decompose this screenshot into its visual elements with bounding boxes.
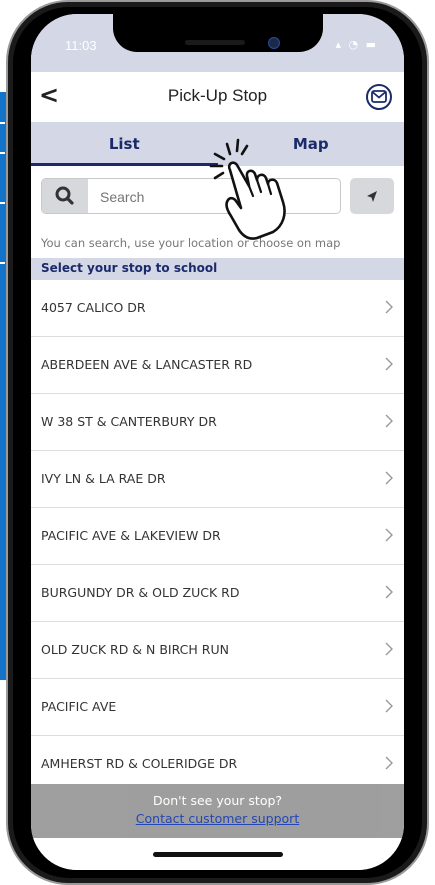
stop-row[interactable]: IVY LN & LA RAE DR bbox=[31, 451, 404, 508]
side-tick bbox=[0, 262, 5, 264]
stop-row[interactable]: 4057 CALICO DR bbox=[31, 280, 404, 337]
stop-label: PACIFIC AVE bbox=[41, 699, 117, 714]
chevron-right-icon bbox=[385, 300, 393, 314]
status-time: 11:03 bbox=[65, 38, 97, 53]
location-button[interactable] bbox=[350, 178, 394, 214]
search-button[interactable] bbox=[42, 179, 88, 213]
support-footer: Don't see your stop? Contact customer su… bbox=[31, 784, 404, 838]
phone-screen: 11:03 ▴ ◔ ▬ < Pick-Up Stop List Map Sear… bbox=[31, 14, 404, 870]
chevron-right-icon bbox=[385, 585, 393, 599]
section-header: Select your stop to school bbox=[31, 258, 404, 280]
mail-icon bbox=[371, 90, 387, 103]
notch bbox=[113, 14, 323, 52]
chevron-right-icon bbox=[385, 528, 393, 542]
stop-row[interactable]: ABERDEEN AVE & LANCASTER RD bbox=[31, 337, 404, 394]
stop-label: PACIFIC AVE & LAKEVIEW DR bbox=[41, 528, 221, 543]
page-title: Pick-Up Stop bbox=[167, 86, 268, 105]
nav-bar: < Pick-Up Stop bbox=[31, 72, 404, 122]
contact-support-link[interactable]: Contact customer support bbox=[31, 811, 404, 826]
section-title: Select your stop to school bbox=[41, 261, 218, 275]
chevron-right-icon bbox=[385, 642, 393, 656]
home-indicator[interactable] bbox=[153, 852, 283, 857]
stop-row[interactable]: W 38 ST & CANTERBURY DR bbox=[31, 394, 404, 451]
stop-row[interactable]: PACIFIC AVE & LAKEVIEW DR bbox=[31, 508, 404, 565]
chevron-right-icon bbox=[385, 699, 393, 713]
stop-row[interactable]: PACIFIC AVE bbox=[31, 679, 404, 736]
tap-hand-icon bbox=[209, 138, 286, 240]
location-arrow-icon bbox=[367, 191, 377, 202]
stop-label: ABERDEEN AVE & LANCASTER RD bbox=[41, 357, 253, 372]
stop-row[interactable]: BURGUNDY DR & OLD ZUCK RD bbox=[31, 565, 404, 622]
chevron-right-icon bbox=[385, 471, 393, 485]
stop-row[interactable]: OLD ZUCK RD & N BIRCH RUN bbox=[31, 622, 404, 679]
search-icon bbox=[55, 186, 74, 205]
stop-label: AMHERST RD & COLERIDGE DR bbox=[41, 756, 238, 771]
stop-label: OLD ZUCK RD & N BIRCH RUN bbox=[41, 642, 229, 657]
side-tick bbox=[0, 122, 5, 124]
side-tick bbox=[0, 202, 5, 204]
active-tab-indicator bbox=[31, 163, 218, 166]
home-bar bbox=[31, 838, 404, 870]
stop-label: 4057 CALICO DR bbox=[41, 300, 146, 315]
chevron-right-icon bbox=[385, 414, 393, 428]
stop-label: BURGUNDY DR & OLD ZUCK RD bbox=[41, 585, 240, 600]
chevron-right-icon bbox=[385, 756, 393, 770]
stop-list: 4057 CALICO DR ABERDEEN AVE & LANCASTER R… bbox=[31, 280, 404, 793]
side-tick bbox=[0, 152, 5, 154]
camera-icon bbox=[268, 37, 280, 49]
mail-button[interactable] bbox=[366, 84, 392, 110]
stop-label: IVY LN & LA RAE DR bbox=[41, 471, 166, 486]
stop-label: W 38 ST & CANTERBURY DR bbox=[41, 414, 217, 429]
tab-list[interactable]: List bbox=[31, 122, 218, 166]
speaker-grille bbox=[185, 40, 245, 45]
chevron-right-icon bbox=[385, 357, 393, 371]
footer-question: Don't see your stop? bbox=[152, 793, 283, 808]
status-icons: ▴ ◔ ▬ bbox=[335, 38, 378, 51]
search-hint: You can search, use your location or cho… bbox=[41, 236, 341, 250]
search-box bbox=[41, 178, 341, 214]
